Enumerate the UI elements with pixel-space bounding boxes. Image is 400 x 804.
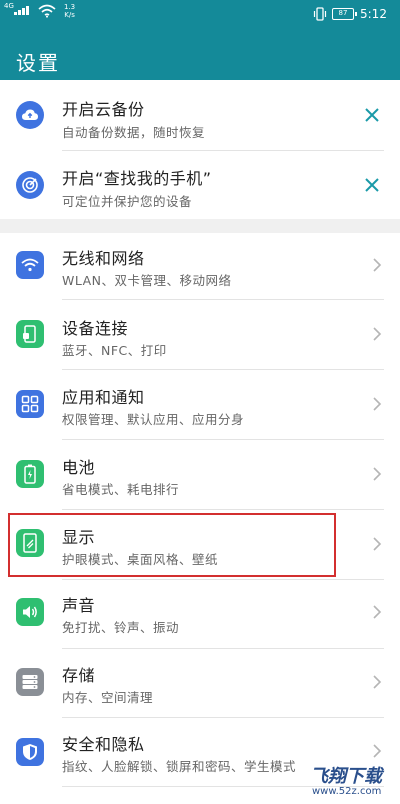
- item-title: 应用和通知: [62, 388, 145, 407]
- item-title: 存储: [62, 666, 96, 685]
- chevron-right-icon: [373, 327, 382, 341]
- signal-strength-icon: [14, 6, 29, 15]
- sound-icon: [16, 598, 44, 626]
- watermark-url: www.52z.com: [312, 786, 382, 797]
- item-subtitle: WLAN、双卡管理、移动网络: [62, 273, 232, 288]
- status-bar: 4G 1.3 K/s 87 5:12: [0, 0, 400, 32]
- clock: 5:12: [360, 7, 387, 21]
- settings-item-apps-notifications[interactable]: 应用和通知 权限管理、默认应用、应用分身: [0, 370, 400, 439]
- settings-item-wireless-networks[interactable]: 无线和网络 WLAN、双卡管理、移动网络: [0, 233, 400, 299]
- security-shield-icon: [16, 738, 44, 766]
- section-gap: [0, 219, 400, 233]
- item-title: 声音: [62, 596, 96, 615]
- card-title: 开启“查找我的手机”: [62, 169, 212, 188]
- settings-item-device-connection[interactable]: 设备连接 蓝牙、NFC、打印: [0, 300, 400, 369]
- cloud-backup-icon: [16, 101, 44, 129]
- app-header: 4G 1.3 K/s 87 5:12 设置: [0, 0, 400, 80]
- vibrate-icon: [313, 7, 327, 21]
- chevron-right-icon: [373, 537, 382, 551]
- item-title: 无线和网络: [62, 249, 145, 268]
- page-title: 设置: [16, 51, 60, 75]
- chevron-right-icon: [373, 744, 382, 758]
- speed-unit: K/s: [64, 11, 75, 19]
- chevron-right-icon: [373, 605, 382, 619]
- watermark: 飞翔下载 www.52z.com: [300, 760, 400, 804]
- battery-icon: [16, 460, 44, 488]
- item-title: 电池: [62, 458, 96, 477]
- device-connection-icon: [16, 320, 44, 348]
- signal-type: 4G: [4, 2, 14, 10]
- item-title: 安全和隐私: [62, 735, 145, 754]
- storage-icon: [16, 668, 44, 696]
- chevron-right-icon: [373, 258, 382, 272]
- watermark-brand: 飞翔下载: [310, 766, 382, 787]
- settings-item-battery[interactable]: 电池 省电模式、耗电排行: [0, 440, 400, 509]
- item-subtitle: 蓝牙、NFC、打印: [62, 343, 167, 358]
- find-phone-icon: [16, 171, 44, 199]
- wifi-icon: [16, 251, 44, 279]
- card-subtitle: 自动备份数据，随时恢复: [62, 125, 206, 140]
- card-subtitle: 可定位并保护您的设备: [62, 194, 193, 209]
- apps-icon: [16, 390, 44, 418]
- item-subtitle: 权限管理、默认应用、应用分身: [62, 412, 245, 427]
- item-subtitle: 省电模式、耗电排行: [62, 482, 180, 497]
- wifi-status-icon: [38, 4, 56, 18]
- card-title: 开启云备份: [62, 100, 145, 119]
- find-my-phone-card[interactable]: 开启“查找我的手机” 可定位并保护您的设备: [0, 151, 400, 219]
- settings-item-sound[interactable]: 声音 免打扰、铃声、振动: [0, 580, 400, 648]
- item-subtitle: 免打扰、铃声、振动: [62, 620, 180, 635]
- settings-item-storage[interactable]: 存储 内存、空间清理: [0, 649, 400, 717]
- chevron-right-icon: [373, 675, 382, 689]
- item-subtitle: 内存、空间清理: [62, 690, 154, 705]
- chevron-right-icon: [373, 397, 382, 411]
- dismiss-find-phone-close-icon[interactable]: [362, 175, 382, 195]
- item-title: 设备连接: [62, 319, 129, 338]
- network-speed: 1.3 K/s: [64, 3, 75, 19]
- speed-value: 1.3: [64, 3, 76, 11]
- item-subtitle: 指纹、人脸解锁、锁屏和密码、学生模式: [62, 759, 297, 774]
- dismiss-cloud-backup-close-icon[interactable]: [362, 105, 382, 125]
- highlight-box: [8, 513, 336, 577]
- battery-level: 87: [332, 8, 357, 20]
- chevron-right-icon: [373, 467, 382, 481]
- cloud-backup-card[interactable]: 开启云备份 自动备份数据，随时恢复: [0, 80, 400, 150]
